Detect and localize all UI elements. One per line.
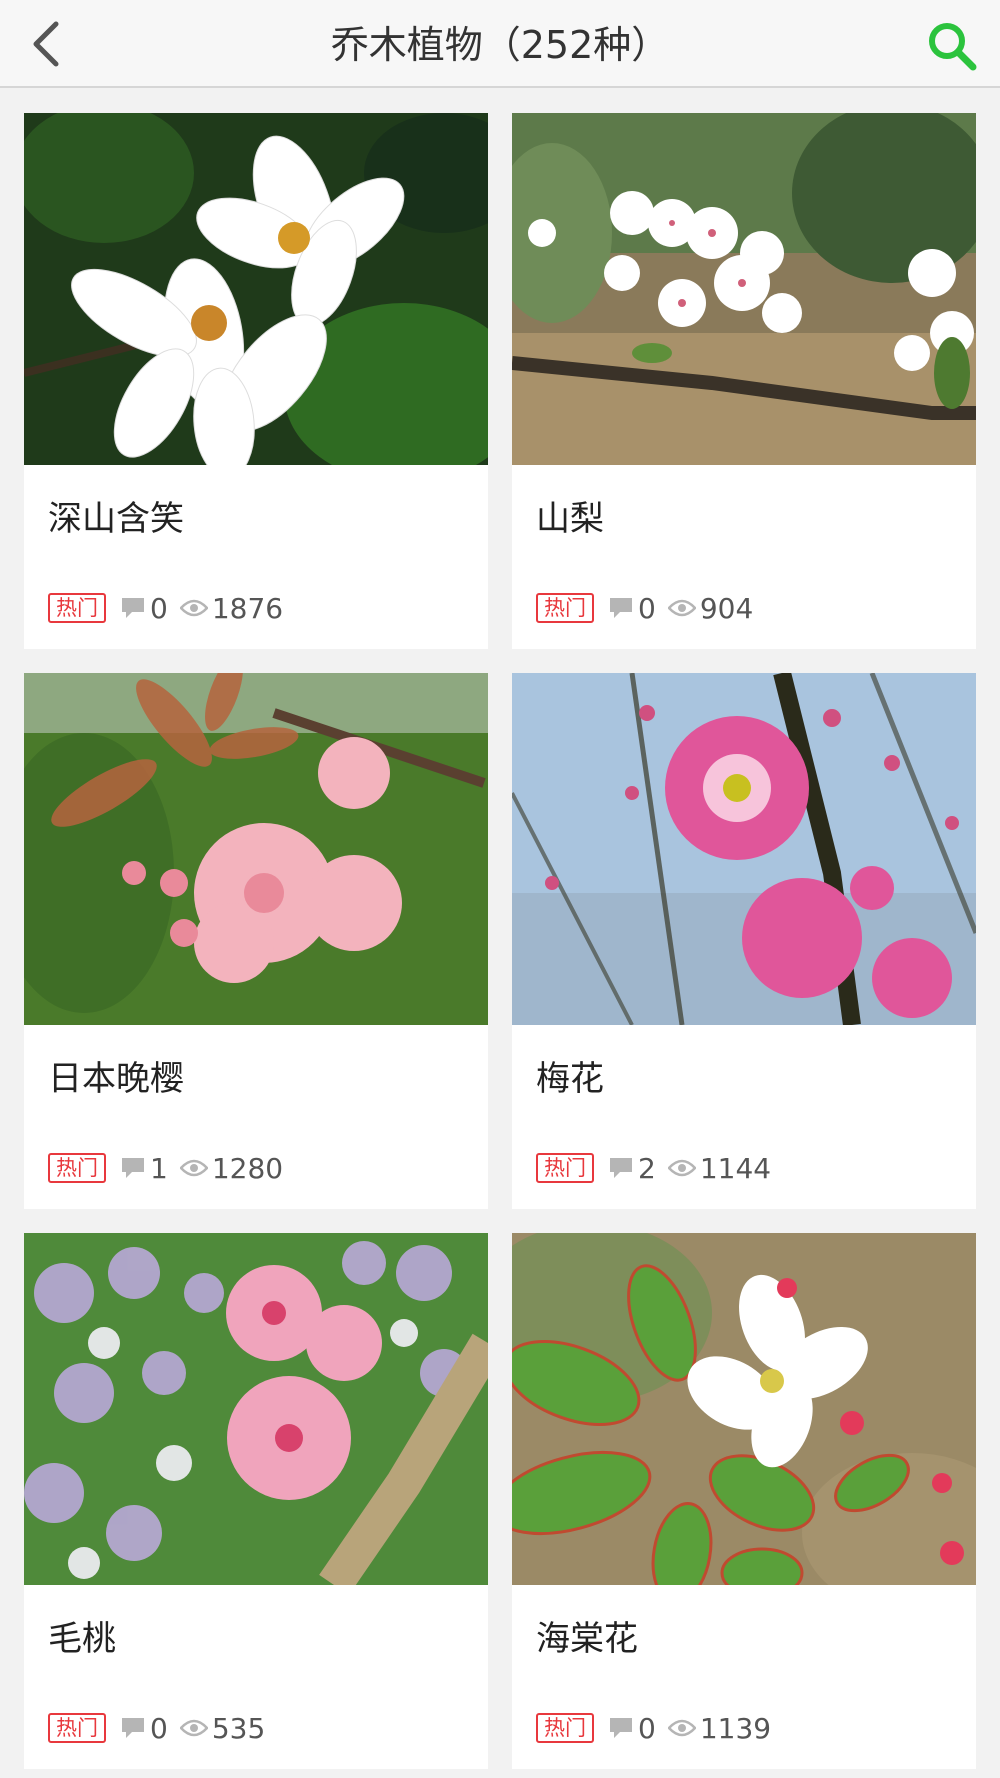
- plant-card[interactable]: 毛桃 热门 0 535: [24, 1233, 488, 1769]
- plant-card[interactable]: 梅花 热门 2 1144: [512, 673, 976, 1209]
- plant-meta: 热门 2 1144: [536, 1151, 783, 1185]
- eye-icon: [667, 1719, 696, 1737]
- eye-icon: [179, 599, 208, 617]
- hot-badge: 热门: [48, 1713, 106, 1743]
- plant-name: 日本晚樱: [48, 1059, 184, 1099]
- comment-icon: [610, 1718, 632, 1738]
- pear-blossom-photo: [512, 113, 976, 465]
- peach-blossom-photo: [24, 1233, 488, 1585]
- plant-meta: 热门 0 1139: [536, 1711, 783, 1745]
- plant-meta: 热门 0 535: [48, 1711, 277, 1745]
- hot-badge: 热门: [536, 1153, 594, 1183]
- plant-card[interactable]: 山梨 热门 0 904: [512, 113, 976, 649]
- comment-icon: [122, 1718, 144, 1738]
- view-count: 1139: [667, 1712, 771, 1745]
- cherry-blossom-photo: [24, 673, 488, 1025]
- crabapple-blossom-photo: [512, 1233, 976, 1585]
- eye-icon: [667, 1159, 696, 1177]
- plant-name: 梅花: [536, 1059, 604, 1099]
- plant-photo: [512, 673, 976, 1025]
- comment-count: 1: [120, 1152, 168, 1185]
- plant-card[interactable]: 深山含笑 热门 0 1876: [24, 113, 488, 649]
- plant-photo: [24, 113, 488, 465]
- plant-photo: [24, 1233, 488, 1585]
- back-button[interactable]: [20, 14, 80, 74]
- view-count: 1876: [179, 592, 283, 625]
- plant-photo: [512, 113, 976, 465]
- eye-icon: [179, 1719, 208, 1737]
- plant-photo: [512, 1233, 976, 1585]
- view-count: 904: [667, 592, 753, 625]
- search-button[interactable]: [924, 18, 980, 74]
- plant-meta: 热门 0 904: [536, 591, 765, 625]
- comment-count: 0: [608, 592, 656, 625]
- comment-count: 0: [608, 1712, 656, 1745]
- hot-badge: 热门: [536, 1713, 594, 1743]
- hot-badge: 热门: [536, 593, 594, 623]
- view-count: 1280: [179, 1152, 283, 1185]
- plant-name: 深山含笑: [48, 499, 184, 539]
- view-count: 1144: [667, 1152, 771, 1185]
- app-header: 乔木植物（252种）: [0, 0, 1000, 88]
- comment-count: 0: [120, 592, 168, 625]
- chevron-left-icon: [33, 21, 59, 67]
- comment-count: 2: [608, 1152, 656, 1185]
- comment-icon: [122, 1158, 144, 1178]
- magnolia-photo: [24, 113, 488, 465]
- page-title: 乔木植物（252种）: [330, 23, 670, 67]
- hot-badge: 热门: [48, 1153, 106, 1183]
- hot-badge: 热门: [48, 593, 106, 623]
- plant-meta: 热门 1 1280: [48, 1151, 295, 1185]
- comment-icon: [610, 598, 632, 618]
- plant-card[interactable]: 日本晚樱 热门 1 1280: [24, 673, 488, 1209]
- plant-photo: [24, 673, 488, 1025]
- eye-icon: [667, 599, 696, 617]
- comment-icon: [122, 598, 144, 618]
- plum-blossom-photo: [512, 673, 976, 1025]
- plant-name: 海棠花: [536, 1619, 638, 1659]
- plant-name: 山梨: [536, 499, 604, 539]
- plant-name: 毛桃: [48, 1619, 116, 1659]
- eye-icon: [179, 1159, 208, 1177]
- plant-meta: 热门 0 1876: [48, 591, 295, 625]
- comment-icon: [610, 1158, 632, 1178]
- comment-count: 0: [120, 1712, 168, 1745]
- search-icon: [929, 23, 977, 71]
- plant-card[interactable]: 海棠花 热门 0 1139: [512, 1233, 976, 1769]
- view-count: 535: [179, 1712, 265, 1745]
